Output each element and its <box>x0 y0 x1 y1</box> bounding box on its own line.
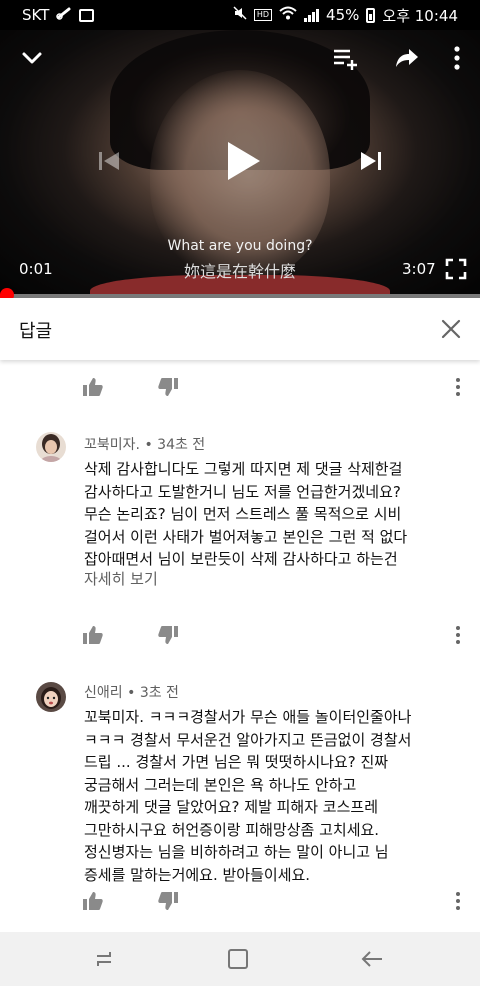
like-icon[interactable] <box>82 376 104 398</box>
comment-line: 드립 ... 경찰서 가면 님은 뭐 떳떳하시나요? 진짜 <box>84 753 389 771</box>
subtitle-english: What are you doing? <box>167 238 313 254</box>
comment-line: 깨끗하게 댓글 달았어요? 제발 피해자 코스프레 <box>84 798 379 816</box>
comment-body: 꼬북미자. ㅋㅋㅋ경찰서가 무슨 애들 놀이터인줄아나 ㅋㅋㅋ 경찰서 무서운건… <box>84 706 470 886</box>
comment-actions <box>0 620 480 650</box>
dislike-icon[interactable] <box>157 624 179 646</box>
signal-icon <box>304 8 320 22</box>
close-icon[interactable] <box>440 318 462 340</box>
chevron-down-icon[interactable] <box>18 44 46 72</box>
comment-line: 감사하다고 도발한거니 님도 저를 언급한거겠네요? <box>84 482 401 501</box>
comment-actions <box>0 886 480 916</box>
carrier-label: SKT <box>22 6 50 24</box>
play-icon[interactable] <box>224 140 262 182</box>
home-icon[interactable] <box>226 948 250 970</box>
comment-line: 무슨 논리죠? 님이 먼저 스트레스 풀 목적으로 시비 <box>84 505 402 523</box>
read-more-link[interactable]: 자세히 보기 <box>84 568 158 589</box>
meta-separator: • <box>144 437 158 453</box>
comment-body: 삭제 감사합니다도 그렇게 따지면 제 댓글 삭제한걸 감사하다고 도발한거니 … <box>84 458 470 571</box>
system-nav-bar <box>0 932 480 986</box>
add-to-queue-icon[interactable] <box>332 48 360 70</box>
hd-voice-badge: HD <box>253 9 273 21</box>
like-icon[interactable] <box>82 624 104 646</box>
more-vert-icon[interactable] <box>453 624 463 646</box>
comment-line: ㅋㅋㅋ 경찰서 무서운건 알아가지고 뜬금없이 경찰서 <box>84 730 412 749</box>
recent-apps-icon[interactable] <box>92 948 116 970</box>
link-icon <box>56 6 72 24</box>
comment-line: 정신병자는 님을 비하하려고 하는 말이 아니고 님 <box>84 843 389 861</box>
like-icon[interactable] <box>82 890 104 912</box>
comment-line: 삭제 감사합니다도 그렇게 따지면 제 댓글 삭제한걸 <box>84 460 403 478</box>
comment-time: 3초 전 <box>139 685 179 701</box>
back-icon[interactable] <box>360 948 384 970</box>
current-time: 0:01 <box>19 260 53 278</box>
comment-meta: 신애리 • 3초 전 <box>84 682 179 702</box>
comment-meta: 꼬북미자. • 34초 전 <box>84 434 205 454</box>
avatar[interactable] <box>36 682 66 712</box>
comment-time: 34초 전 <box>157 437 206 453</box>
replies-header: 답글 <box>0 298 480 360</box>
meta-separator: • <box>127 685 140 701</box>
comment-line: 꼬북미자. ㅋㅋㅋ경찰서가 무슨 애들 놀이터인줄아나 <box>84 708 412 726</box>
avatar[interactable] <box>36 432 66 462</box>
battery-icon <box>366 7 376 23</box>
more-vert-icon[interactable] <box>453 890 463 912</box>
previous-icon[interactable] <box>96 148 122 174</box>
comment-line: 걸어서 이런 사태가 벌어져놓고 본인은 그런 적 없다 <box>84 527 408 546</box>
wifi-icon <box>279 6 297 24</box>
share-icon[interactable] <box>394 44 420 70</box>
replies-title: 답글 <box>19 321 53 342</box>
comment-author[interactable]: 신애리 <box>84 685 123 701</box>
comment-author[interactable]: 꼬북미자. <box>84 437 140 453</box>
comment-line: 그만하시구요 허언증이랑 피해망상좀 고치세요. <box>84 820 380 839</box>
comment-actions <box>0 372 480 402</box>
duration: 3:07 <box>402 260 436 278</box>
more-vert-icon[interactable] <box>453 376 463 398</box>
clock: 오후 10:44 <box>382 6 458 25</box>
comment-line: 궁금해서 그러는데 본인은 욕 하나도 안하고 <box>84 775 357 794</box>
dislike-icon[interactable] <box>157 376 179 398</box>
mute-icon <box>233 6 247 24</box>
battery-percent: 45% <box>326 6 360 24</box>
more-vert-icon[interactable] <box>452 45 462 71</box>
video-player[interactable]: What are you doing? 妳這是在幹什麼 0:01 3:07 <box>0 30 480 296</box>
comment-line: 증세를 말하는거에요. 받아들이세요. <box>84 865 311 884</box>
next-icon[interactable] <box>358 148 384 174</box>
image-icon <box>79 8 95 22</box>
status-bar: SKT HD 45% 오후 10:44 <box>0 0 480 30</box>
fullscreen-icon[interactable] <box>445 258 467 280</box>
dislike-icon[interactable] <box>157 890 179 912</box>
